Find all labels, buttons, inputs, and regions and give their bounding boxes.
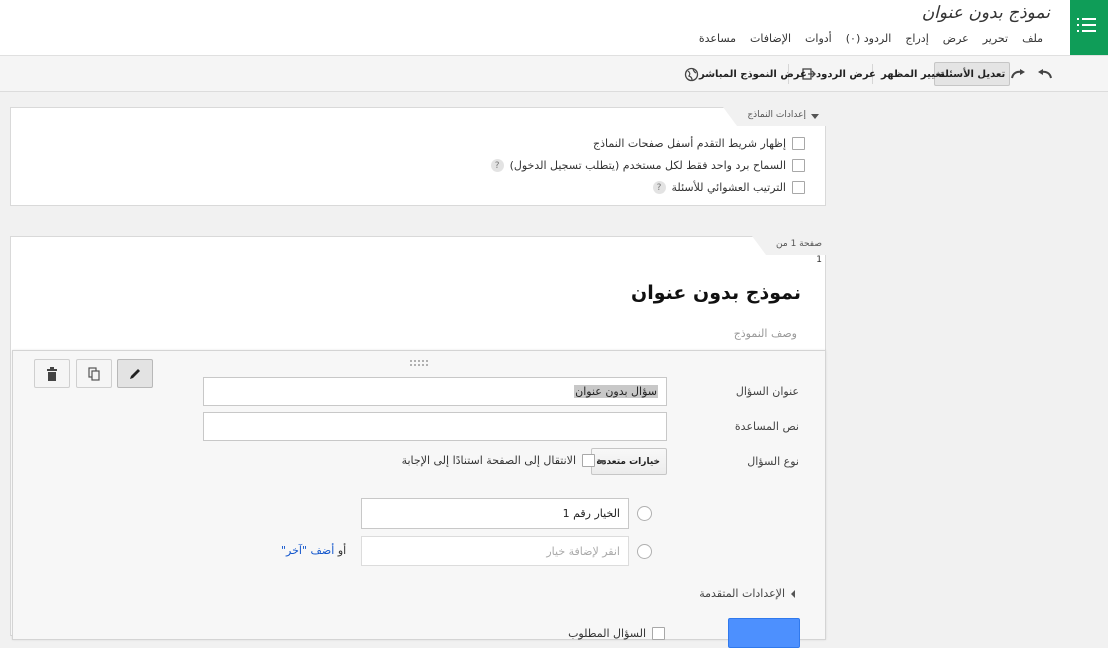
edit-button[interactable] (117, 359, 153, 388)
help-text-input[interactable] (203, 412, 667, 441)
page-number: 1 (816, 255, 822, 265)
question-editor: عنوان السؤال سؤال بدون عنوان نص المساعدة… (12, 350, 826, 648)
menu-edit[interactable]: تحرير (976, 32, 1015, 45)
menu-help[interactable]: مساعدة (692, 32, 743, 45)
document-title[interactable]: نموذج بدون عنوان (922, 3, 1050, 23)
done-button[interactable] (728, 618, 800, 648)
globe-icon (684, 67, 699, 81)
option1-radio (637, 506, 652, 521)
required-label: السؤال المطلوب (568, 627, 646, 640)
duplicate-button[interactable] (76, 359, 112, 388)
form-title[interactable]: نموذج بدون عنوان (631, 282, 801, 304)
setting-one-response: السماح برد واحد فقط لكل مستخدم (يتطلب تس… (490, 159, 805, 172)
app-header: نموذج بدون عنوان ملف تحرير عرض إدراج الر… (0, 0, 1108, 56)
add-other-row: أو أضف "آخر" (281, 544, 346, 557)
shuffle-checkbox[interactable] (792, 181, 805, 194)
form-settings-panel: إعدادات النماذج إظهار شريط التقدم أسفل ص… (10, 107, 826, 206)
or-text: أو (334, 544, 347, 557)
question-type-value: خيارات متعددة (596, 456, 660, 467)
add-other-link[interactable]: أضف "آخر" (281, 544, 334, 557)
chevron-down-icon (811, 114, 819, 119)
view-responses-label: عرض الردود (816, 68, 876, 80)
pencil-icon (130, 368, 140, 379)
menu-insert[interactable]: إدراج (898, 32, 935, 45)
help-text-label: نص المساعدة (734, 420, 799, 433)
one-response-label: السماح برد واحد فقط لكل مستخدم (يتطلب تس… (509, 159, 786, 172)
chevron-down-icon (598, 460, 606, 464)
menu-addons[interactable]: الإضافات (743, 32, 798, 45)
redo-icon (1011, 69, 1025, 79)
delete-button[interactable] (34, 359, 70, 388)
menu-view[interactable]: عرض (936, 32, 976, 45)
option1-input[interactable]: الخيار رقم 1 (361, 498, 629, 529)
option2-radio (637, 544, 652, 559)
add-option-input[interactable]: انقر لإضافة خيار (361, 536, 629, 566)
menu-responses[interactable]: الردود (٠) (839, 32, 899, 45)
copy-icon (88, 366, 100, 381)
change-theme-button[interactable]: تغيير المظهر (877, 62, 949, 86)
help-icon[interactable]: ? (652, 181, 666, 194)
forms-menu-icon[interactable] (1070, 0, 1108, 55)
question-title-input[interactable]: سؤال بدون عنوان (203, 377, 667, 406)
form-settings-title: إعدادات النماذج (747, 110, 806, 120)
view-live-form-button[interactable]: عرض النموذج المباشر (676, 62, 811, 86)
help-icon[interactable]: ? (490, 159, 504, 172)
required-checkbox[interactable] (652, 627, 665, 640)
setting-progress-bar: إظهار شريط التقدم أسفل صفحات النماذج (593, 137, 805, 150)
advanced-settings-toggle[interactable]: الإعدادات المتقدمة (699, 587, 795, 600)
goto-page-checkbox[interactable] (582, 454, 595, 467)
goto-page-label: الانتقال إلى الصفحة استنادًا إلى الإجابة (401, 454, 576, 467)
view-live-form-label: عرض النموذج المباشر (699, 68, 807, 80)
toolbar: تعديل الأسئلة تغيير المظهر عرض الردود عر… (0, 56, 1108, 92)
progress-bar-label: إظهار شريط التقدم أسفل صفحات النماذج (592, 137, 786, 150)
required-question-option: السؤال المطلوب (568, 627, 665, 640)
menu-bar: ملف تحرير عرض إدراج الردود (٠) أدوات الإ… (692, 32, 1050, 45)
one-response-checkbox[interactable] (792, 159, 805, 172)
question-type-label: نوع السؤال (747, 455, 799, 468)
form-settings-toggle[interactable]: إعدادات النماذج (723, 107, 826, 126)
menu-file[interactable]: ملف (1015, 32, 1050, 45)
question-type-select[interactable]: خيارات متعددة (591, 448, 667, 475)
progress-bar-checkbox[interactable] (792, 137, 805, 150)
trash-icon (47, 366, 57, 381)
undo-button[interactable] (1029, 62, 1057, 86)
undo-icon (1038, 69, 1052, 79)
goto-page-option: الانتقال إلى الصفحة استنادًا إلى الإجابة (402, 454, 595, 467)
shuffle-label: الترتيب العشوائي للأسئلة (671, 181, 786, 194)
menu-tools[interactable]: أدوات (798, 32, 839, 45)
chevron-left-icon (791, 589, 795, 598)
question-title-value: سؤال بدون عنوان (574, 385, 658, 398)
question-title-label: عنوان السؤال (735, 385, 799, 398)
form-description[interactable]: وصف النموذج (734, 327, 797, 340)
setting-shuffle: الترتيب العشوائي للأسئلة ? (652, 181, 805, 194)
drag-handle[interactable] (409, 359, 429, 367)
page-header: صفحة 1 من (752, 236, 826, 255)
advanced-settings-label: الإعدادات المتقدمة (699, 587, 785, 600)
